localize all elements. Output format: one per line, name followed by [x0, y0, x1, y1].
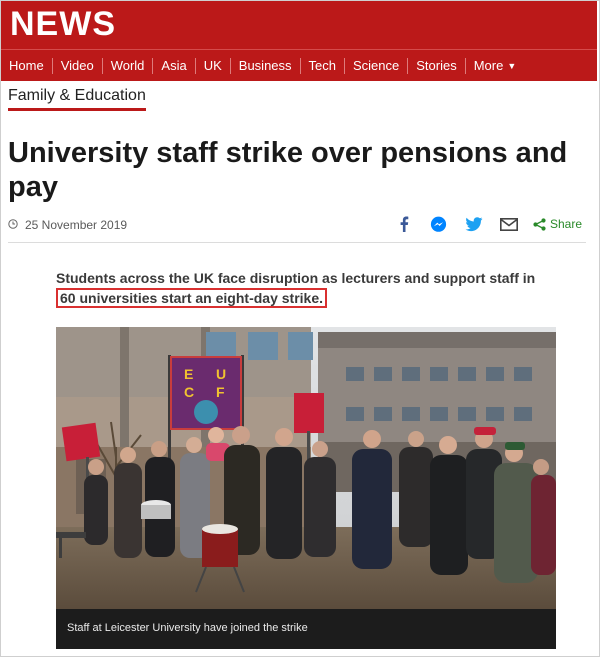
article-headline: University staff strike over pensions an…: [8, 137, 568, 203]
banner-letter-4: F: [216, 384, 225, 400]
banner-letter-3: C: [184, 384, 194, 400]
banner-letter-2: U: [216, 366, 226, 382]
nav-item-video[interactable]: Video: [53, 57, 103, 74]
nav-item-asia[interactable]: Asia: [153, 57, 196, 74]
photo-caption-bar: Staff at Leicester University have joine…: [56, 609, 556, 649]
nav-item-tech[interactable]: Tech: [301, 57, 345, 74]
twitter-icon[interactable]: [463, 215, 485, 233]
intro-highlight: 60 universities start an eight-day strik…: [56, 288, 327, 308]
nav-item-world[interactable]: World: [103, 57, 154, 74]
strike-photo: E U C F: [56, 327, 556, 609]
intro-text: Students across the UK face disruption a…: [56, 270, 536, 286]
nav-item-uk[interactable]: UK: [196, 57, 231, 74]
article-meta: 25 November 2019 Share: [8, 216, 586, 243]
chevron-down-icon: ▼: [507, 60, 517, 71]
nav-item-science[interactable]: Science: [345, 57, 409, 74]
nav-item-more[interactable]: More ▼: [466, 58, 525, 74]
nav-item-home[interactable]: Home: [1, 57, 53, 74]
article-intro: Students across the UK face disruption a…: [56, 268, 556, 308]
messenger-icon[interactable]: [428, 215, 450, 233]
nav-item-business[interactable]: Business: [231, 57, 301, 74]
clock-icon: [8, 219, 18, 229]
article-photo: E U C F: [56, 327, 556, 609]
section-link[interactable]: Family & Education: [8, 87, 146, 111]
news-logo[interactable]: NEWS: [10, 5, 116, 44]
email-icon[interactable]: [498, 215, 520, 233]
share-label[interactable]: Share: [550, 217, 582, 231]
article-date: 25 November 2019: [25, 218, 128, 232]
share-tools: Share: [380, 214, 582, 234]
brand-bar: NEWS: [1, 1, 597, 49]
photo-caption: Staff at Leicester University have joine…: [67, 622, 308, 634]
banner-letter-1: E: [184, 366, 193, 382]
nav-item-stories[interactable]: Stories: [408, 57, 466, 74]
share-icon[interactable]: [533, 215, 547, 233]
main-nav: Home Video World Asia UK Business Tech S…: [1, 49, 597, 81]
nav-more-label: More: [473, 57, 504, 73]
facebook-icon[interactable]: [393, 215, 415, 233]
